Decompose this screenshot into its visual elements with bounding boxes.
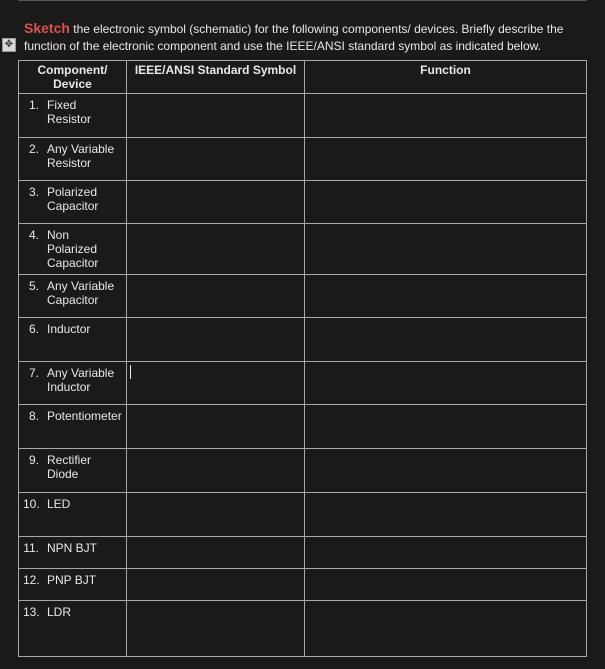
function-cell[interactable] <box>305 138 587 181</box>
component-name: Rectifier Diode <box>45 453 122 481</box>
component-cell[interactable]: 5 Any Variable Capacitor <box>19 275 127 318</box>
symbol-cell[interactable] <box>127 405 305 449</box>
component-name: LED <box>45 497 122 511</box>
symbol-cell[interactable] <box>127 493 305 537</box>
component-name: Inductor <box>45 322 122 336</box>
component-name: PNP BJT <box>45 573 122 587</box>
table-row: 7 Any Variable Inductor <box>19 362 587 405</box>
function-cell[interactable] <box>305 405 587 449</box>
component-name: Fixed Resistor <box>45 98 122 126</box>
row-number: 9 <box>23 453 39 467</box>
document-content: Sketch the electronic symbol (schematic)… <box>0 1 605 669</box>
symbol-cell[interactable] <box>127 94 305 138</box>
function-cell[interactable] <box>305 569 587 601</box>
function-cell[interactable] <box>305 537 587 569</box>
component-name: Polarized Capacitor <box>45 185 122 213</box>
function-cell[interactable] <box>305 601 587 657</box>
instructions-text: Sketch the electronic symbol (schematic)… <box>18 9 587 60</box>
row-number: 4 <box>23 228 39 242</box>
function-cell[interactable] <box>305 318 587 362</box>
symbol-cell[interactable] <box>127 224 305 275</box>
function-cell[interactable] <box>305 275 587 318</box>
component-cell[interactable]: 8 Potentiometer <box>19 405 127 449</box>
component-cell[interactable]: 1 Fixed Resistor <box>19 94 127 138</box>
component-cell[interactable]: 13 LDR <box>19 601 127 657</box>
symbol-cell[interactable] <box>127 569 305 601</box>
row-number: 6 <box>23 322 39 336</box>
row-number: 2 <box>23 142 39 156</box>
row-number: 10 <box>23 497 39 511</box>
anchor-move-icon[interactable]: ✥ <box>2 38 16 52</box>
table-row: 3 Polarized Capacitor <box>19 181 587 224</box>
component-name: Any Variable Capacitor <box>45 279 122 307</box>
function-cell[interactable] <box>305 362 587 405</box>
table-row: 9 Rectifier Diode <box>19 449 587 493</box>
table-header-row: Component/ Device IEEE/ANSI Standard Sym… <box>19 61 587 94</box>
component-name: Potentiometer <box>45 409 122 423</box>
text-cursor-icon <box>130 365 131 379</box>
table-row: 13 LDR <box>19 601 587 657</box>
function-cell[interactable] <box>305 94 587 138</box>
row-number: 11 <box>23 541 39 555</box>
table-row: 1 Fixed Resistor <box>19 94 587 138</box>
component-cell[interactable]: 2 Any Variable Resistor <box>19 138 127 181</box>
component-name: Any Variable Inductor <box>45 366 122 394</box>
table-row: 11 NPN BJT <box>19 537 587 569</box>
symbol-cell[interactable] <box>127 537 305 569</box>
sketch-keyword: Sketch <box>24 20 70 36</box>
header-symbol: IEEE/ANSI Standard Symbol <box>127 61 305 94</box>
components-table: Component/ Device IEEE/ANSI Standard Sym… <box>18 60 587 657</box>
function-cell[interactable] <box>305 224 587 275</box>
component-cell[interactable]: 10 LED <box>19 493 127 537</box>
symbol-cell[interactable] <box>127 362 305 405</box>
row-number: 8 <box>23 409 39 423</box>
anchor-glyph: ✥ <box>5 40 13 50</box>
table-row: 2 Any Variable Resistor <box>19 138 587 181</box>
row-number: 12 <box>23 573 39 587</box>
component-cell[interactable]: 7 Any Variable Inductor <box>19 362 127 405</box>
table-row: 5 Any Variable Capacitor <box>19 275 587 318</box>
function-cell[interactable] <box>305 449 587 493</box>
component-name: NPN BJT <box>45 541 122 555</box>
symbol-cell[interactable] <box>127 449 305 493</box>
table-row: 10 LED <box>19 493 587 537</box>
symbol-cell[interactable] <box>127 181 305 224</box>
function-cell[interactable] <box>305 181 587 224</box>
symbol-cell[interactable] <box>127 601 305 657</box>
symbol-cell[interactable] <box>127 318 305 362</box>
component-cell[interactable]: 3 Polarized Capacitor <box>19 181 127 224</box>
component-name: Any Variable Resistor <box>45 142 122 170</box>
symbol-cell[interactable] <box>127 275 305 318</box>
function-cell[interactable] <box>305 493 587 537</box>
table-row: 6 Inductor <box>19 318 587 362</box>
component-cell[interactable]: 6 Inductor <box>19 318 127 362</box>
instructions-rest: the electronic symbol (schematic) for th… <box>24 22 563 53</box>
symbol-cell[interactable] <box>127 138 305 181</box>
row-number: 7 <box>23 366 39 380</box>
component-cell[interactable]: 4 Non Polarized Capacitor <box>19 224 127 275</box>
component-name: LDR <box>45 605 122 619</box>
row-number: 13 <box>23 605 39 619</box>
component-cell[interactable]: 12 PNP BJT <box>19 569 127 601</box>
component-name: Non Polarized Capacitor <box>45 228 122 270</box>
component-cell[interactable]: 11 NPN BJT <box>19 537 127 569</box>
header-component: Component/ Device <box>19 61 127 94</box>
table-row: 4 Non Polarized Capacitor <box>19 224 587 275</box>
component-cell[interactable]: 9 Rectifier Diode <box>19 449 127 493</box>
row-number: 1 <box>23 98 39 112</box>
row-number: 5 <box>23 279 39 293</box>
header-function: Function <box>305 61 587 94</box>
table-row: 8 Potentiometer <box>19 405 587 449</box>
row-number: 3 <box>23 185 39 199</box>
table-row: 12 PNP BJT <box>19 569 587 601</box>
